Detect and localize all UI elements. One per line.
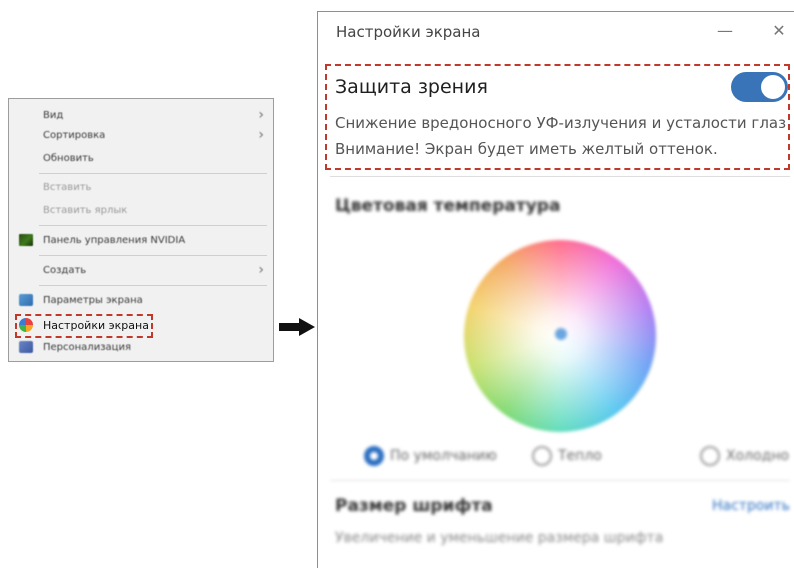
divider: [330, 176, 790, 177]
window-title: Настройки экрана: [336, 23, 481, 41]
radio-default[interactable]: По умолчанию: [364, 446, 497, 466]
menu-highlight-frame: [15, 314, 153, 338]
radio-selected-icon: [364, 446, 384, 466]
eye-protection-title: Защита зрения: [335, 76, 488, 98]
radio-empty-icon: [700, 446, 720, 466]
blurred-settings-area: Цветовая температура По умолчанию Тепло …: [318, 178, 794, 568]
menu-item-label: Параметры экрана: [43, 295, 143, 306]
toggle-knob: [761, 75, 785, 99]
display-settings-window: Настройки экрана — ✕ Защита зрения Сниже…: [317, 11, 794, 568]
radio-warm[interactable]: Тепло: [532, 446, 602, 466]
font-size-configure-link[interactable]: Настроить: [712, 498, 790, 514]
menu-item-label: Вставить: [43, 182, 92, 193]
menu-item-label: Сортировка: [43, 130, 106, 141]
menu-item-label: Персонализация: [43, 342, 131, 353]
arrow-right-icon: [279, 318, 315, 336]
chevron-right-icon: ›: [258, 262, 264, 278]
menu-separator: [39, 173, 267, 174]
menu-item-view[interactable]: Вид ›: [10, 105, 272, 126]
eye-protection-description: Снижение вредоносного УФ-излучения и уст…: [335, 114, 787, 132]
menu-item-personalize[interactable]: Персонализация: [10, 337, 272, 358]
personalize-icon: [19, 341, 33, 353]
radio-empty-icon: [532, 446, 552, 466]
menu-item-sort[interactable]: Сортировка ›: [10, 125, 272, 146]
menu-separator: [39, 225, 267, 226]
divider: [330, 480, 790, 481]
color-wheel-handle[interactable]: [555, 328, 567, 340]
menu-item-nvidia[interactable]: Панель управления NVIDIA: [10, 230, 272, 251]
monitor-icon: [19, 294, 33, 306]
menu-item-label: Обновить: [43, 153, 94, 164]
menu-item-label: Вставить ярлык: [43, 205, 128, 216]
menu-item-new[interactable]: Создать ›: [10, 260, 272, 281]
nvidia-icon: [19, 234, 33, 246]
radio-cold[interactable]: Холодно: [700, 446, 789, 466]
menu-separator: [39, 255, 267, 256]
chevron-right-icon: ›: [258, 107, 264, 123]
menu-item-paste-shortcut: Вставить ярлык: [10, 200, 272, 221]
close-button[interactable]: ✕: [764, 20, 794, 44]
menu-separator: [39, 285, 267, 286]
menu-item-label: Создать: [43, 265, 87, 276]
chevron-right-icon: ›: [258, 127, 264, 143]
font-size-description: Увеличение и уменьшение размера шрифта: [335, 530, 664, 546]
eye-protection-toggle[interactable]: [731, 72, 788, 102]
menu-item-paste: Вставить: [10, 177, 272, 198]
menu-item-refresh[interactable]: Обновить: [10, 148, 272, 169]
radio-label: По умолчанию: [390, 448, 497, 464]
radio-label: Холодно: [726, 448, 790, 464]
font-size-title: Размер шрифта: [335, 496, 493, 516]
menu-item-display-params[interactable]: Параметры экрана: [10, 290, 272, 311]
eye-protection-warning: Внимание! Экран будет иметь желтый оттен…: [335, 140, 718, 158]
radio-label: Тепло: [558, 448, 602, 464]
minimize-button[interactable]: —: [710, 20, 740, 44]
menu-item-label: Вид: [43, 110, 64, 121]
menu-item-label: Панель управления NVIDIA: [43, 235, 186, 246]
color-temperature-title: Цветовая температура: [335, 196, 561, 216]
